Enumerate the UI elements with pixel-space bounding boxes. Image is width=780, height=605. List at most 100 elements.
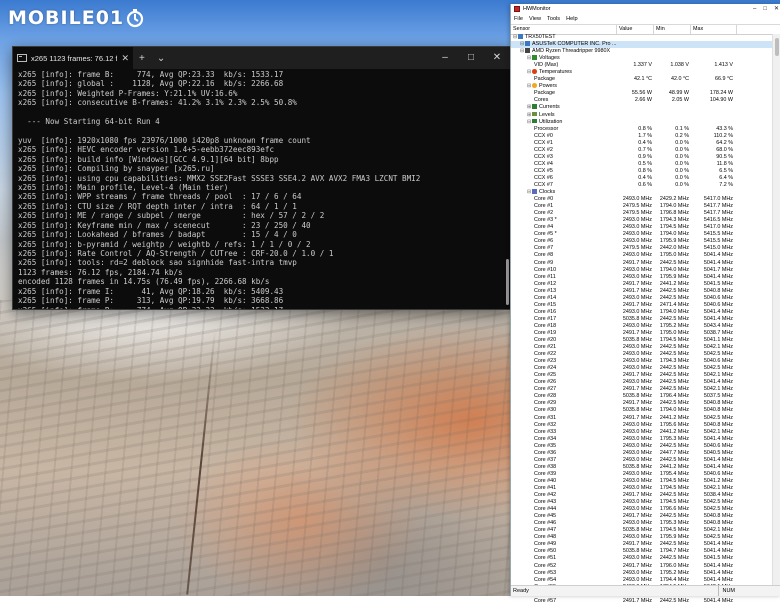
sensor-row[interactable]: Core #53 2493.0 MHz 1795.2 MHz 5041.4 MHz xyxy=(511,570,772,577)
sensor-row[interactable]: Package 42.1 °C 42.0 °C 66.9 °C xyxy=(511,76,772,83)
sensor-row[interactable]: CCX #6 0.4 % 0.0 % 6.4 % xyxy=(511,175,772,182)
sensor-row[interactable]: CCX #4 0.5 % 0.0 % 11.8 % xyxy=(511,161,772,168)
terminal-scrollbar[interactable] xyxy=(506,259,509,305)
sensor-row[interactable]: Core #34 2493.0 MHz 1795.3 MHz 5041.4 MHz xyxy=(511,436,772,443)
sensor-row[interactable]: CCX #7 0.6 % 0.0 % 7.2 % xyxy=(511,182,772,189)
sensor-row[interactable]: Core #10 2493.0 MHz 1794.0 MHz 5041.7 MHz xyxy=(511,267,772,274)
sensor-row[interactable]: Core #15 2491.7 MHz 2471.4 MHz 5040.6 MHz xyxy=(511,302,772,309)
sensor-row[interactable]: Core #24 2493.0 MHz 2442.5 MHz 5042.5 MHz xyxy=(511,365,772,372)
sensor-row[interactable]: ⊞ Currents xyxy=(511,104,772,111)
collapse-icon[interactable]: ⊟ xyxy=(527,189,531,196)
sensor-row[interactable]: Core #1 2479.5 MHz 1794.0 MHz 5417.7 MHz xyxy=(511,203,772,210)
scrollbar-thumb[interactable] xyxy=(775,38,779,56)
sensor-row[interactable]: Core #30 5035.8 MHz 1794.0 MHz 5040.8 MHz xyxy=(511,407,772,414)
collapse-icon[interactable]: ⊟ xyxy=(527,83,531,90)
sensor-row[interactable]: ⊟ Clocks xyxy=(511,189,772,196)
maximize-button[interactable]: □ xyxy=(458,47,484,69)
sensor-row[interactable]: ⊟ ASUSTeK COMPUTER INC. Pro ... xyxy=(511,41,772,49)
terminal-tab[interactable]: x265 1123 frames: 76.12 fps, 21 ✕ xyxy=(13,47,133,69)
sensor-row[interactable]: Core #42 2491.7 MHz 2442.5 MHz 5038.4 MHz xyxy=(511,492,772,499)
sensor-row[interactable]: Core #51 2493.0 MHz 2442.5 MHz 5041.5 MHz xyxy=(511,555,772,562)
sensor-row[interactable]: Core #49 2491.7 MHz 2442.5 MHz 5041.4 MHz xyxy=(511,541,772,548)
sensor-tree-scrollbar[interactable] xyxy=(772,34,780,585)
collapse-icon[interactable]: ⊟ xyxy=(527,119,531,126)
column-header-value[interactable]: Value xyxy=(617,25,654,34)
sensor-row[interactable]: Core #0 2493.0 MHz 2429.2 MHz 5417.0 MHz xyxy=(511,196,772,203)
sensor-row[interactable]: Core #6 2493.0 MHz 1795.9 MHz 5415.5 MHz xyxy=(511,238,772,245)
sensor-row[interactable]: Core #16 2493.0 MHz 1794.0 MHz 5041.4 MHz xyxy=(511,309,772,316)
sensor-row[interactable]: Core #9 2491.7 MHz 2442.5 MHz 5041.4 MHz xyxy=(511,260,772,267)
sensor-row[interactable]: Core #2 2479.5 MHz 1796.8 MHz 5417.7 MHz xyxy=(511,210,772,217)
sensor-row[interactable]: Core #43 2493.0 MHz 1794.5 MHz 5042.5 MHz xyxy=(511,499,772,506)
sensor-row[interactable]: Core #26 2493.0 MHz 2442.5 MHz 5041.4 MHz xyxy=(511,379,772,386)
sensor-row[interactable]: Core #52 2491.7 MHz 1796.0 MHz 5041.4 MHz xyxy=(511,563,772,570)
sensor-row[interactable]: Core #48 2493.0 MHz 1795.9 MHz 5042.5 MHz xyxy=(511,534,772,541)
sensor-row[interactable]: Processor 0.8 % 0.1 % 43.3 % xyxy=(511,126,772,133)
sensor-row[interactable]: Core #44 2493.0 MHz 1796.6 MHz 5042.5 MHz xyxy=(511,506,772,513)
sensor-row[interactable]: ⊞ Levels xyxy=(511,111,772,119)
sensor-row[interactable]: Core #5 * 2493.0 MHz 1794.0 MHz 5415.5 MHz xyxy=(511,231,772,238)
menu-file[interactable]: File xyxy=(514,16,523,22)
sensor-row[interactable]: Core #17 5035.8 MHz 2442.5 MHz 5041.4 MHz xyxy=(511,316,772,323)
sensor-row[interactable]: Core #18 2493.0 MHz 1795.2 MHz 5043.4 MHz xyxy=(511,323,772,330)
sensor-row[interactable]: Core #47 5035.8 MHz 1794.5 MHz 5042.1 MHz xyxy=(511,527,772,534)
sensor-row[interactable]: ⊟ Powers xyxy=(511,83,772,90)
sensor-row[interactable]: Core #36 2493.0 MHz 2447.7 MHz 5040.5 MHz xyxy=(511,450,772,457)
sensor-row[interactable]: CCX #0 1.7 % 0.2 % 110.2 % xyxy=(511,133,772,140)
sensor-row[interactable]: Core #14 2493.0 MHz 2442.5 MHz 5040.6 MHz xyxy=(511,295,772,302)
column-header-max[interactable]: Max xyxy=(691,25,737,34)
sensor-row[interactable]: Core #41 2493.0 MHz 1794.5 MHz 5042.1 MHz xyxy=(511,485,772,492)
close-button[interactable]: ✕ xyxy=(484,47,510,69)
sensor-row[interactable]: Core #33 2493.0 MHz 2441.2 MHz 5042.1 MHz xyxy=(511,429,772,436)
menu-help[interactable]: Help xyxy=(566,16,578,22)
collapse-icon[interactable]: ⊟ xyxy=(520,48,524,55)
maximize-button[interactable]: □ xyxy=(763,4,767,14)
sensor-row[interactable]: Core #40 2493.0 MHz 1794.5 MHz 5041.2 MHz xyxy=(511,478,772,485)
sensor-row[interactable]: Core #37 2493.0 MHz 2442.5 MHz 5041.4 MHz xyxy=(511,457,772,464)
collapse-icon[interactable]: ⊟ xyxy=(527,55,531,62)
sensor-row[interactable]: Core #19 2491.7 MHz 1795.0 MHz 5038.7 MHz xyxy=(511,330,772,337)
sensor-row[interactable]: Core #22 2493.0 MHz 2442.5 MHz 5042.5 MHz xyxy=(511,351,772,358)
tab-close-icon[interactable]: ✕ xyxy=(121,53,129,64)
sensor-row[interactable]: Core #32 2493.0 MHz 1795.6 MHz 5040.8 MHz xyxy=(511,422,772,429)
sensor-row[interactable]: ⊟ AMD Ryzen Threadripper 9980X xyxy=(511,48,772,55)
sensor-row[interactable]: ⊟ Voltages xyxy=(511,55,772,62)
sensor-row[interactable]: Core #31 2491.7 MHz 2441.2 MHz 5042.5 MHz xyxy=(511,415,772,422)
sensor-row[interactable]: ⊟ Utilization xyxy=(511,118,772,126)
close-button[interactable]: ✕ xyxy=(774,4,779,14)
menu-view[interactable]: View xyxy=(529,16,541,22)
sensor-row[interactable]: ⊟ TRX50TEST xyxy=(511,34,772,41)
sensor-row[interactable]: CCX #5 0.8 % 0.0 % 6.5 % xyxy=(511,168,772,175)
sensor-row[interactable]: Core #35 2493.0 MHz 2442.5 MHz 5040.6 MHz xyxy=(511,443,772,450)
sensor-row[interactable]: ⊟ Temperatures xyxy=(511,69,772,76)
sensor-row[interactable]: Core #50 5035.8 MHz 1794.7 MHz 5041.4 MHz xyxy=(511,548,772,555)
sensor-row[interactable]: Core #54 2493.0 MHz 1794.4 MHz 5041.4 MHz xyxy=(511,577,772,584)
tab-dropdown-button[interactable]: ⌄ xyxy=(151,53,171,64)
sensor-row[interactable]: Core #11 2493.0 MHz 1795.9 MHz 5041.4 MHz xyxy=(511,274,772,281)
terminal-window[interactable]: x265 1123 frames: 76.12 fps, 21 ✕ + ⌄ – … xyxy=(12,46,511,310)
collapse-icon[interactable]: ⊟ xyxy=(513,34,517,41)
sensor-row[interactable]: Cores 2.66 W 2.05 W 104.90 W xyxy=(511,97,772,104)
sensor-row[interactable]: Package 55.56 W 48.99 W 178.24 W xyxy=(511,90,772,97)
collapse-icon[interactable]: ⊟ xyxy=(527,69,531,76)
sensor-row[interactable]: Core #12 2491.7 MHz 2441.2 MHz 5041.5 MHz xyxy=(511,281,772,288)
sensor-row[interactable]: Core #27 2491.7 MHz 2442.5 MHz 5042.1 MHz xyxy=(511,386,772,393)
expand-icon[interactable]: ⊞ xyxy=(527,104,531,111)
minimize-button[interactable]: – xyxy=(753,4,756,14)
sensor-row[interactable]: Core #28 5035.8 MHz 1796.4 MHz 5037.5 MHz xyxy=(511,393,772,400)
sensor-row[interactable]: Core #46 2493.0 MHz 1795.3 MHz 5040.8 MHz xyxy=(511,520,772,527)
sensor-row[interactable]: Core #39 2493.0 MHz 1795.4 MHz 5040.6 MHz xyxy=(511,471,772,478)
minimize-button[interactable]: – xyxy=(432,47,458,69)
menu-tools[interactable]: Tools xyxy=(547,16,560,22)
sensor-row[interactable]: Core #7 2479.5 MHz 2442.0 MHz 5415.0 MHz xyxy=(511,245,772,252)
expand-icon[interactable]: ⊞ xyxy=(527,112,531,119)
sensor-row[interactable]: Core #13 2491.7 MHz 2442.5 MHz 5040.8 MHz xyxy=(511,288,772,295)
sensor-row[interactable]: Core #45 2491.7 MHz 2442.5 MHz 5040.8 MHz xyxy=(511,513,772,520)
sensor-row[interactable]: Core #3 * 2493.0 MHz 1794.3 MHz 5416.5 MHz xyxy=(511,217,772,224)
terminal-output[interactable]: x265 [info]: frame B: 774, Avg QP:23.33 … xyxy=(13,69,502,309)
sensor-row[interactable]: Core #20 5035.8 MHz 1794.5 MHz 5041.1 MHz xyxy=(511,337,772,344)
sensor-row[interactable]: VID (Max) 1.337 V 1.038 V 1.413 V xyxy=(511,62,772,69)
collapse-icon[interactable]: ⊟ xyxy=(520,41,524,48)
new-tab-button[interactable]: + xyxy=(133,53,151,64)
sensor-row[interactable]: Core #25 2491.7 MHz 2442.5 MHz 5042.1 MHz xyxy=(511,372,772,379)
